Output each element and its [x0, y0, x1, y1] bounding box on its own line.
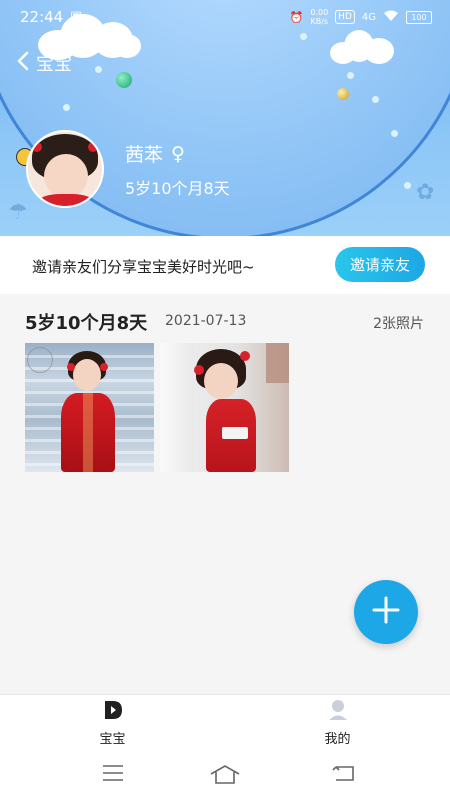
baby-header: ☁ ✎ ☂ ☎ ♪ ✿ 22:44 ▣ ⏰ 0.00 KB/s HD	[0, 0, 450, 236]
plus-icon	[372, 596, 400, 628]
invite-button[interactable]: 邀请亲友	[335, 247, 425, 282]
cloud-decoration	[330, 30, 395, 66]
back-label: 宝宝	[36, 54, 72, 75]
battery-icon: 100	[406, 10, 432, 24]
alarm-icon: ⏰	[289, 10, 304, 24]
timeline-date: 2021-07-13	[165, 313, 247, 329]
doodle-decoration: ✿	[416, 180, 435, 205]
photo-count: 2张照片	[373, 316, 424, 332]
status-time: 22:44	[20, 8, 64, 26]
invite-bar: 邀请亲友们分享宝宝美好时光吧~ 邀请亲友	[0, 236, 450, 294]
back-system-icon[interactable]	[332, 764, 356, 786]
add-photo-button[interactable]	[354, 580, 418, 644]
back-icon	[16, 51, 30, 76]
battery-level: 100	[411, 12, 427, 22]
tab-baby-label: 宝宝	[99, 732, 126, 747]
user-tab-icon	[327, 699, 349, 725]
hd-badge: HD	[335, 10, 355, 24]
baby-tab-icon	[102, 699, 124, 725]
doodle-decoration: ☂	[8, 200, 28, 225]
menu-icon[interactable]	[102, 764, 124, 786]
home-icon[interactable]	[210, 764, 240, 788]
baby-name: 茜苯	[125, 144, 164, 166]
wifi-icon	[383, 10, 399, 25]
baby-age: 5岁10个月8天	[125, 179, 230, 198]
system-nav-bar	[0, 750, 450, 800]
status-bar: 22:44 ▣ ⏰ 0.00 KB/s HD 4G 100	[0, 0, 450, 34]
sim-icon: ▣	[70, 9, 83, 24]
signal-label: 4G	[361, 11, 376, 23]
photo-thumbnail[interactable]	[160, 343, 289, 472]
tab-mine[interactable]: 我的	[225, 695, 450, 751]
net-speed: 0.00	[310, 8, 329, 17]
tab-baby[interactable]: 宝宝	[0, 695, 225, 751]
avatar[interactable]	[26, 130, 104, 208]
invite-text: 邀请亲友们分享宝宝美好时光吧~	[32, 258, 255, 276]
ball-decoration	[337, 88, 349, 100]
timeline-age: 5岁10个月8天	[25, 313, 148, 334]
net-unit: KB/s	[310, 17, 329, 26]
bottom-nav: 宝宝 我的	[0, 694, 450, 751]
ball-decoration	[116, 72, 132, 88]
tab-mine-label: 我的	[324, 732, 351, 747]
gender-female-icon: ♀	[171, 142, 185, 165]
back-button[interactable]: 宝宝	[16, 50, 72, 76]
baby-name-row: 茜苯 ♀	[125, 140, 185, 167]
photo-thumbnail[interactable]	[25, 343, 154, 472]
